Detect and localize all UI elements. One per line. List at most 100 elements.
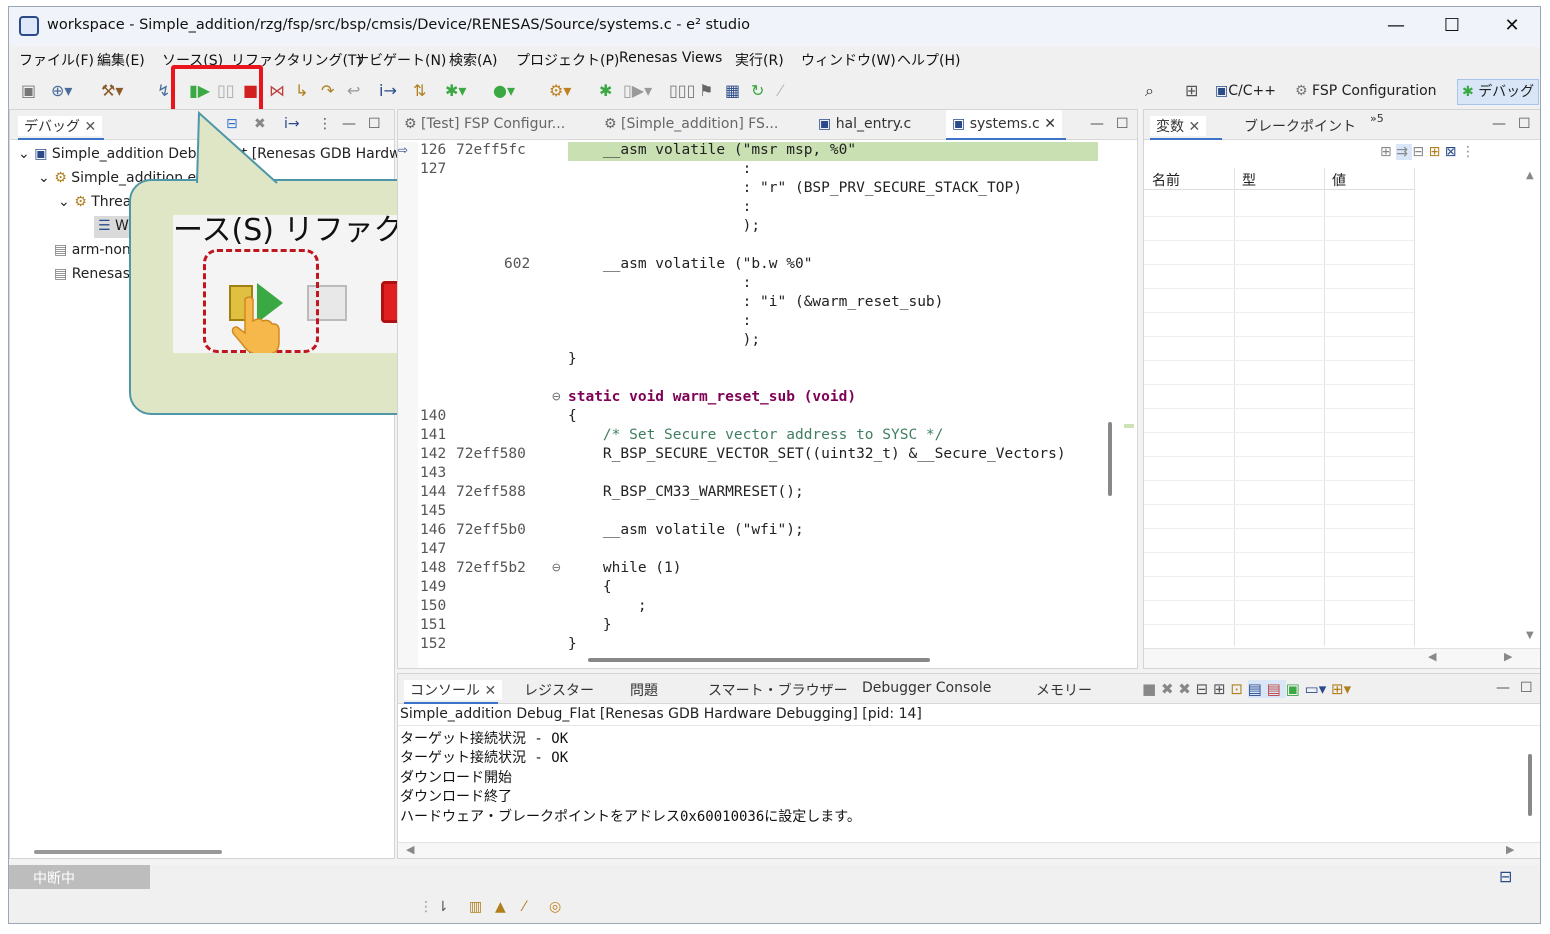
debug-bug-icon[interactable]: ✱▾: [445, 82, 466, 100]
minimize-view-icon[interactable]: —: [1496, 680, 1510, 696]
close-tab-icon[interactable]: ✕: [1188, 119, 1200, 135]
open-console-icon[interactable]: ⊞▾: [1331, 680, 1351, 698]
remove-launch-icon[interactable]: ✖: [1161, 680, 1178, 698]
remove-all-icon[interactable]: ✖: [1178, 680, 1195, 698]
minimize-view-icon[interactable]: —: [342, 116, 356, 132]
view-menu-icon[interactable]: ⋮: [1461, 144, 1475, 160]
tab-systems-c[interactable]: ▣ systems.c ✕: [946, 110, 1062, 140]
maximize-button[interactable]: ☐: [1437, 15, 1467, 37]
debug-config-icon[interactable]: ✱: [599, 82, 612, 100]
remove-global-icon[interactable]: ⊠: [1445, 144, 1461, 160]
globe-icon[interactable]: ⊕▾: [51, 82, 72, 100]
scroll-right-icon[interactable]: ▶: [1504, 650, 1512, 663]
tab-memory[interactable]: メモリー: [1036, 680, 1092, 700]
code-area[interactable]: 126 72eff5fc __asm volatile ("msr msp, %0…: [398, 142, 1110, 650]
menu-run[interactable]: 実行(R): [735, 50, 784, 70]
status-tool-icon[interactable]: ⊟: [1499, 867, 1512, 886]
tool-2-icon[interactable]: ▦: [725, 82, 740, 100]
menu-project[interactable]: プロジェクト(P): [516, 50, 619, 70]
minimize-view-icon[interactable]: —: [1492, 116, 1506, 132]
tab-smart-browser[interactable]: スマート・ブラウザー: [708, 680, 848, 700]
menu-search[interactable]: 検索(A): [449, 50, 498, 70]
step-into-icon[interactable]: ↳: [295, 82, 308, 100]
tool-3-icon[interactable]: ↻: [751, 82, 764, 100]
clear-console-icon[interactable]: ⊟: [1196, 680, 1213, 698]
fold-collapse-icon[interactable]: ⊖: [552, 389, 561, 405]
show-logical-structure-icon[interactable]: ⇉: [1396, 144, 1413, 160]
tab-hal-entry[interactable]: ▣ hal_entry.c: [818, 116, 911, 132]
menu-renesas-views[interactable]: Renesas Views: [619, 50, 722, 66]
close-window-button[interactable]: ✕: [1497, 15, 1527, 37]
display-console-icon[interactable]: ▭▾: [1305, 680, 1331, 698]
search-icon[interactable]: ⌕: [1145, 82, 1154, 100]
external-tools-icon[interactable]: ⚙▾: [549, 82, 571, 100]
tree-item-thread[interactable]: ⌄ ⚙ Thread: [58, 194, 140, 210]
maximize-view-icon[interactable]: ☐: [1116, 116, 1129, 132]
column-value[interactable]: 値: [1332, 170, 1346, 190]
trim-tool-1-icon[interactable]: ⇂: [437, 899, 449, 915]
tool-1-icon[interactable]: ⚑: [699, 82, 713, 100]
close-tab-icon[interactable]: ✕: [1044, 116, 1056, 132]
step-over-icon[interactable]: ↷: [321, 82, 334, 100]
scroll-down-icon[interactable]: ▼: [1526, 630, 1534, 641]
scroll-left-icon[interactable]: ◀: [406, 843, 414, 856]
use-step-filters-icon[interactable]: ⇅: [413, 82, 426, 100]
tool-4-icon[interactable]: ⁄: [779, 82, 782, 100]
close-tab-icon[interactable]: ✕: [84, 119, 96, 135]
menu-edit[interactable]: 編集(E): [97, 50, 145, 70]
minimize-button[interactable]: —: [1381, 15, 1411, 37]
console-hscroll[interactable]: ◀ ▶: [398, 842, 1540, 858]
tab-simple-fsp[interactable]: ⚙ [Simple_addition] FS...: [604, 116, 778, 132]
menu-navigate[interactable]: ナビゲート(N): [355, 50, 446, 70]
column-type[interactable]: 型: [1242, 170, 1256, 190]
chevron-down-icon[interactable]: ⌄: [38, 170, 54, 186]
scroll-right-icon[interactable]: ▶: [1506, 843, 1514, 856]
console-output[interactable]: ターゲット接続状況 - OK ターゲット接続状況 - OK ダウンロード開始 ダ…: [400, 730, 861, 827]
menu-file[interactable]: ファイル(F): [19, 50, 94, 70]
tab-problems[interactable]: 問題: [630, 680, 658, 700]
scroll-left-icon[interactable]: ◀: [1428, 650, 1436, 663]
trim-book-icon[interactable]: ▥: [469, 899, 482, 915]
disconnect-icon[interactable]: ⋈: [269, 82, 285, 100]
collapse-all-icon[interactable]: ⊟: [1412, 144, 1428, 160]
view-menu-icon[interactable]: ⋮: [318, 116, 332, 132]
chevron-down-icon[interactable]: ⌄: [18, 146, 34, 162]
show-on-error-icon[interactable]: ▤: [1266, 680, 1286, 698]
trim-wand-icon[interactable]: ⁄: [523, 899, 525, 915]
menu-help[interactable]: ヘルプ(H): [897, 50, 960, 70]
tab-debugger-console[interactable]: Debugger Console: [862, 680, 991, 696]
open-perspective-icon[interactable]: ⊞: [1185, 82, 1198, 100]
perspective-debug[interactable]: ✱ デバッグ: [1457, 79, 1540, 105]
run-icon[interactable]: ●▾: [493, 82, 515, 100]
maximize-view-icon[interactable]: ☐: [1520, 680, 1533, 696]
trim-cap-icon[interactable]: ▲: [495, 899, 506, 915]
show-on-output-icon[interactable]: ▤: [1247, 680, 1267, 698]
terminate-console-icon[interactable]: ■: [1142, 680, 1161, 698]
maximize-view-icon[interactable]: ☐: [368, 116, 381, 132]
reset-icon[interactable]: ▯▶▾: [623, 82, 652, 100]
minimize-view-icon[interactable]: —: [1090, 116, 1104, 132]
perspective-fsp[interactable]: ⚙ FSP Configuration: [1295, 82, 1437, 100]
show-type-names-icon[interactable]: ⊞: [1380, 144, 1396, 160]
chevron-down-icon[interactable]: ⌄: [58, 194, 74, 210]
instruction-stepping-icon[interactable]: i→: [379, 82, 397, 100]
save-icon[interactable]: ▣: [21, 82, 36, 100]
tab-breakpoints[interactable]: ブレークポイント: [1244, 116, 1356, 136]
horizontal-scrollbar[interactable]: [588, 658, 930, 662]
add-global-icon[interactable]: ⊞: [1429, 144, 1445, 160]
maximize-view-icon[interactable]: ☐: [1518, 116, 1531, 132]
tab-debug[interactable]: デバッグ ✕: [18, 116, 103, 136]
perspective-c-cpp[interactable]: ▣C/C++: [1215, 82, 1276, 100]
tab-variables[interactable]: 変数 ✕: [1150, 116, 1207, 136]
vertical-scrollbar[interactable]: [1528, 754, 1532, 816]
trim-globe-icon[interactable]: ◎: [549, 899, 561, 915]
word-wrap-icon[interactable]: ⊡: [1230, 680, 1247, 698]
variables-hscroll[interactable]: ◀ ▶: [1144, 648, 1540, 668]
pin-console-icon[interactable]: ▣: [1286, 680, 1305, 698]
build-hammer-icon[interactable]: ⚒▾: [101, 82, 123, 100]
scroll-up-icon[interactable]: ▲: [1526, 170, 1534, 181]
horizontal-scrollbar[interactable]: [34, 850, 222, 854]
step-return-icon[interactable]: ↩: [347, 82, 360, 100]
restart-icon[interactable]: ▯▯▯: [669, 82, 695, 100]
vertical-scrollbar[interactable]: [1108, 422, 1112, 496]
